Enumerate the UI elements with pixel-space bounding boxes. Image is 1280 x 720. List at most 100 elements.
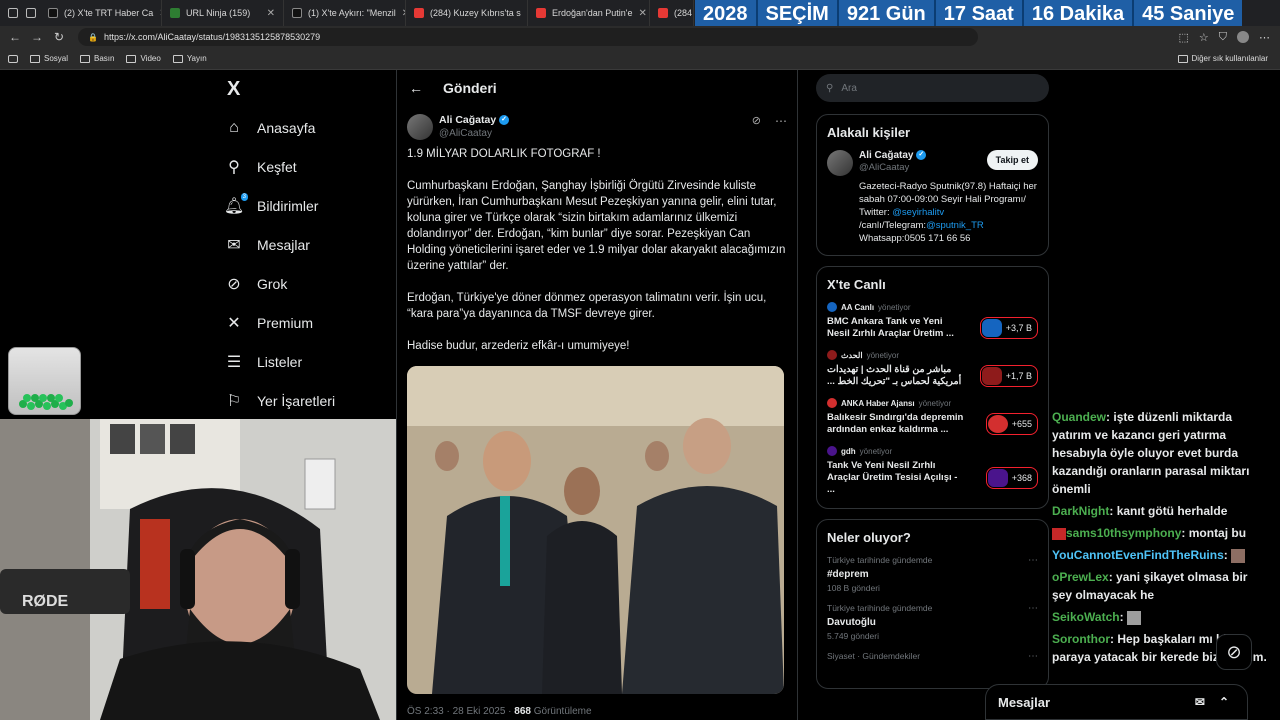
channel-icon [827,398,837,408]
nav-label: Anasayfa [257,119,316,136]
menu-icon[interactable] [8,8,18,18]
tweet-meta: ÖS 2:33 · 28 Eki 2025 · 868 Görüntüleme [407,706,592,717]
live-card: X'te Canlı AA Canlı yönetiyor BMC Ankara … [816,266,1049,509]
right-sidebar: ⚲ Ara Alakalı kişiler Ali Cağatay ✓ @Ali… [816,70,1049,689]
person-handle[interactable]: @AliCaatay [859,162,926,174]
bookmark-folder[interactable]: Basın [80,54,114,63]
reload-icon[interactable]: ↻ [48,30,70,44]
card-title: Alakalı kişiler [827,125,911,140]
tabs-icon[interactable] [26,8,36,18]
tab-title: (284 [674,8,693,18]
countdown-label: SEÇİM [758,0,839,28]
trends-card: Neler oluyor? Türkiye tarihinde gündemde… [816,519,1049,689]
chat-user: sams10thsymphony [1066,526,1182,540]
grok-icon[interactable]: ⊘ [752,114,761,127]
more-icon[interactable]: ⋯ [1259,31,1270,44]
channel-icon [827,350,837,360]
author-name[interactable]: Ali Cağatay [439,114,496,126]
avatar[interactable] [407,114,433,140]
chat-message: sams10thsymphony: montaj bu [1052,524,1270,542]
channel-icon [827,302,837,312]
live-item[interactable]: ANKA Haber Ajansı yönetiyor Balıkesir Sın… [827,398,1038,436]
search-input[interactable]: ⚲ Ara [816,74,1049,102]
extensions-icon[interactable]: ⬚ [1178,31,1188,44]
messages-drawer[interactable]: Mesajlar ✉ ⌃ [985,684,1248,720]
back-icon[interactable]: ← [4,30,26,44]
x-logo[interactable]: X [215,70,395,108]
nav-home[interactable]: ⌂ Anasayfa [215,108,395,147]
emote-icon [1231,548,1246,563]
tab-title: (2) X'te TRT Haber Ca [64,8,154,18]
bookmarks-bar: Sosyal Basın Video Yayın Diğer sık kulla… [0,48,1280,70]
nav-messages[interactable]: ✉ Mesajlar [215,225,395,264]
tweet-paragraph: Cumhurbaşkanı Erdoğan, Şanghay İşbirliği… [407,180,786,272]
countdown-days: 921 Gün [839,0,936,28]
folder-icon [126,54,137,63]
browser-tab[interactable]: URL Ninja (159) ✕ [162,0,284,26]
trend-item[interactable]: Siyaset · Gündemdekiler ⋯ [827,651,1038,662]
green-balls [19,394,73,410]
nav-explore[interactable]: ⚲ Keşfet [215,147,395,186]
close-icon[interactable]: ✕ [639,8,647,19]
live-item[interactable]: gdh yönetiyor Tank Ve Yeni Nesil Zırhlı A… [827,446,1038,496]
live-title: BMC Ankara Tank ve Yeni Nesil Zırhlı Ara… [827,316,954,339]
tweet-photo[interactable] [407,366,784,694]
tweet-time[interactable]: ÖS 2:33 · 28 Eki 2025 · [407,706,512,717]
trend-item[interactable]: Türkiye tarihinde gündemde ⋯ Davutoğlu 5.… [827,603,1038,641]
nav-label: Bildirimler [257,197,319,214]
reading-list-icon[interactable] [8,54,18,63]
author-handle[interactable]: @AliCaatay [439,127,509,140]
bio-link[interactable]: @sputnik_TR [926,220,984,231]
more-icon[interactable]: ⋯ [775,114,787,128]
bookmark-folder[interactable]: Sosyal [30,54,68,63]
folder-icon [80,54,91,63]
nav-lists[interactable]: ☰ Listeler [215,342,395,381]
live-item[interactable]: الحدث yönetiyor مباشر من قناة الحدث | تهد… [827,350,1038,388]
forward-icon[interactable]: → [26,30,48,44]
nav-grok[interactable]: ⊘ Grok [215,264,395,303]
live-thumb [987,415,1008,433]
close-icon[interactable]: ✕ [267,8,275,19]
jar-widget [8,347,81,415]
profile-avatar[interactable] [1237,30,1249,43]
bio-link[interactable]: @seyirhalitv [892,207,944,218]
live-count: +368 [1011,473,1032,483]
other-bookmarks[interactable]: Diğer sık kullanılanlar [1177,54,1268,63]
browser-tab[interactable]: (284) Kuzey Kıbrıs'ta s✕ [406,0,528,26]
nav-premium[interactable]: ✕ Premium [215,303,395,342]
grok-button[interactable]: ⊘ [1216,634,1252,670]
bookmark-folder[interactable]: Video [126,54,161,63]
live-item[interactable]: AA Canlı yönetiyor BMC Ankara Tank ve Yen… [827,302,1038,340]
follow-button[interactable]: Takip et [986,150,1038,170]
chat-user: oPrewLex [1052,570,1109,584]
live-count: +1,7 B [1005,371,1032,381]
svg-text:RØDE: RØDE [22,593,69,610]
search-placeholder: Ara [841,82,857,94]
live-role: yönetiyor [878,302,911,312]
bookmark-folder[interactable]: Yayın [172,54,207,63]
nav-bookmarks[interactable]: ⚐ Yer İşaretleri [215,381,395,420]
page-title: Gönderi [443,80,497,96]
favorites-icon[interactable]: ☆ [1199,31,1209,44]
more-icon[interactable]: ⋯ [1028,555,1038,566]
back-arrow-icon[interactable]: ← [409,80,423,96]
browser-tab[interactable]: Erdoğan'dan Putin'e ✕ [528,0,650,26]
trend-item[interactable]: Türkiye tarihinde gündemde ⋯ #deprem 108 … [827,555,1038,593]
chevron-up-icon[interactable]: ⌃ [1219,695,1229,709]
avatar[interactable] [827,150,853,176]
verified-icon: ✓ [916,150,927,161]
stream-chat: Quandew: işte düzenli miktarda yatırım v… [1052,408,1270,670]
more-icon[interactable]: ⋯ [1028,603,1038,614]
browser-tab[interactable]: (284 [650,0,694,26]
nav-notifications[interactable]: 🔔︎ 3 Bildirimler [215,186,395,225]
tweet-author-row: Ali Cağatay ✓ @AliCaatay ⊘ ⋯ [397,106,797,140]
tab-title: Erdoğan'dan Putin'e [552,8,633,18]
shield-icon[interactable]: ⛉ [1219,31,1227,44]
more-icon[interactable]: ⋯ [1028,651,1038,662]
trend-category: Türkiye tarihinde gündemde [827,555,933,565]
browser-tab[interactable]: (2) X'te TRT Haber Ca✕ [40,0,162,26]
new-message-icon[interactable]: ✉ [1195,695,1205,709]
url-field[interactable]: 🔒 https://x.com/AliCaatay/status/1983135… [78,28,978,46]
browser-tab[interactable]: (1) X'te Aykırı: "Menzil✕ [284,0,406,26]
person-name[interactable]: Ali Cağatay [859,150,913,161]
